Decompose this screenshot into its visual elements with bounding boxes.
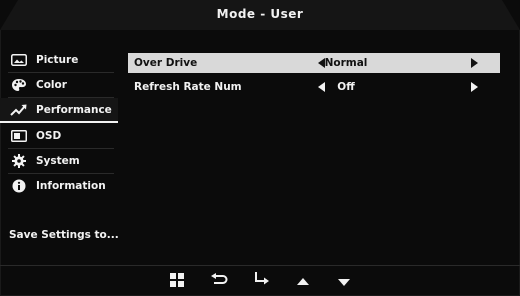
button-bar — [0, 266, 520, 296]
picture-icon — [10, 52, 28, 68]
info-icon — [10, 178, 28, 194]
osd-header: Mode - User — [0, 0, 520, 30]
sidebar-item-label: OSD — [36, 130, 62, 142]
increase-arrow-icon[interactable] — [471, 58, 478, 68]
up-icon — [296, 272, 310, 291]
down-icon — [337, 272, 351, 291]
sidebar-item-performance[interactable]: Performance — [0, 98, 118, 123]
page-title: Mode - User — [216, 7, 304, 21]
sidebar-item-information[interactable]: Information — [0, 174, 118, 198]
sidebar-item-label: Performance — [36, 104, 112, 116]
enter-button[interactable] — [251, 270, 273, 292]
increase-arrow-icon[interactable] — [471, 82, 478, 92]
setting-value: Normal — [324, 57, 368, 69]
sidebar-item-label: Color — [36, 79, 67, 91]
setting-row-over-drive[interactable]: Over Drive Normal — [128, 53, 500, 73]
up-button[interactable] — [292, 270, 314, 292]
menu-button[interactable] — [166, 270, 188, 292]
setting-label: Over Drive — [134, 57, 198, 69]
sidebar-item-color[interactable]: Color — [0, 73, 118, 98]
settings-panel: Over Drive Normal Refresh Rate Num Off — [128, 53, 500, 253]
back-icon — [210, 272, 228, 291]
osd-icon — [10, 128, 28, 144]
menu-icon — [170, 272, 184, 291]
gear-icon — [10, 153, 28, 169]
save-settings-link[interactable]: Save Settings to... — [9, 229, 119, 241]
setting-value: Off — [337, 81, 355, 93]
setting-row-refresh-rate-num[interactable]: Refresh Rate Num Off — [128, 77, 500, 97]
palette-icon — [10, 77, 28, 93]
trend-up-icon — [10, 102, 28, 118]
sidebar-item-system[interactable]: System — [0, 149, 118, 174]
sidebar-item-label: System — [36, 155, 80, 167]
enter-icon — [253, 271, 271, 291]
back-button[interactable] — [208, 270, 230, 292]
sidebar-item-osd[interactable]: OSD — [0, 124, 118, 149]
sidebar-item-label: Picture — [36, 54, 79, 66]
down-button[interactable] — [333, 270, 355, 292]
sidebar-item-label: Information — [36, 180, 106, 192]
sidebar-item-picture[interactable]: Picture — [0, 48, 118, 73]
setting-label: Refresh Rate Num — [134, 81, 242, 93]
active-indicator — [0, 121, 118, 123]
monitor-osd: Mode - User Picture Color Performance OS… — [0, 0, 520, 296]
sidebar: Picture Color Performance OSD System Inf… — [0, 48, 118, 258]
